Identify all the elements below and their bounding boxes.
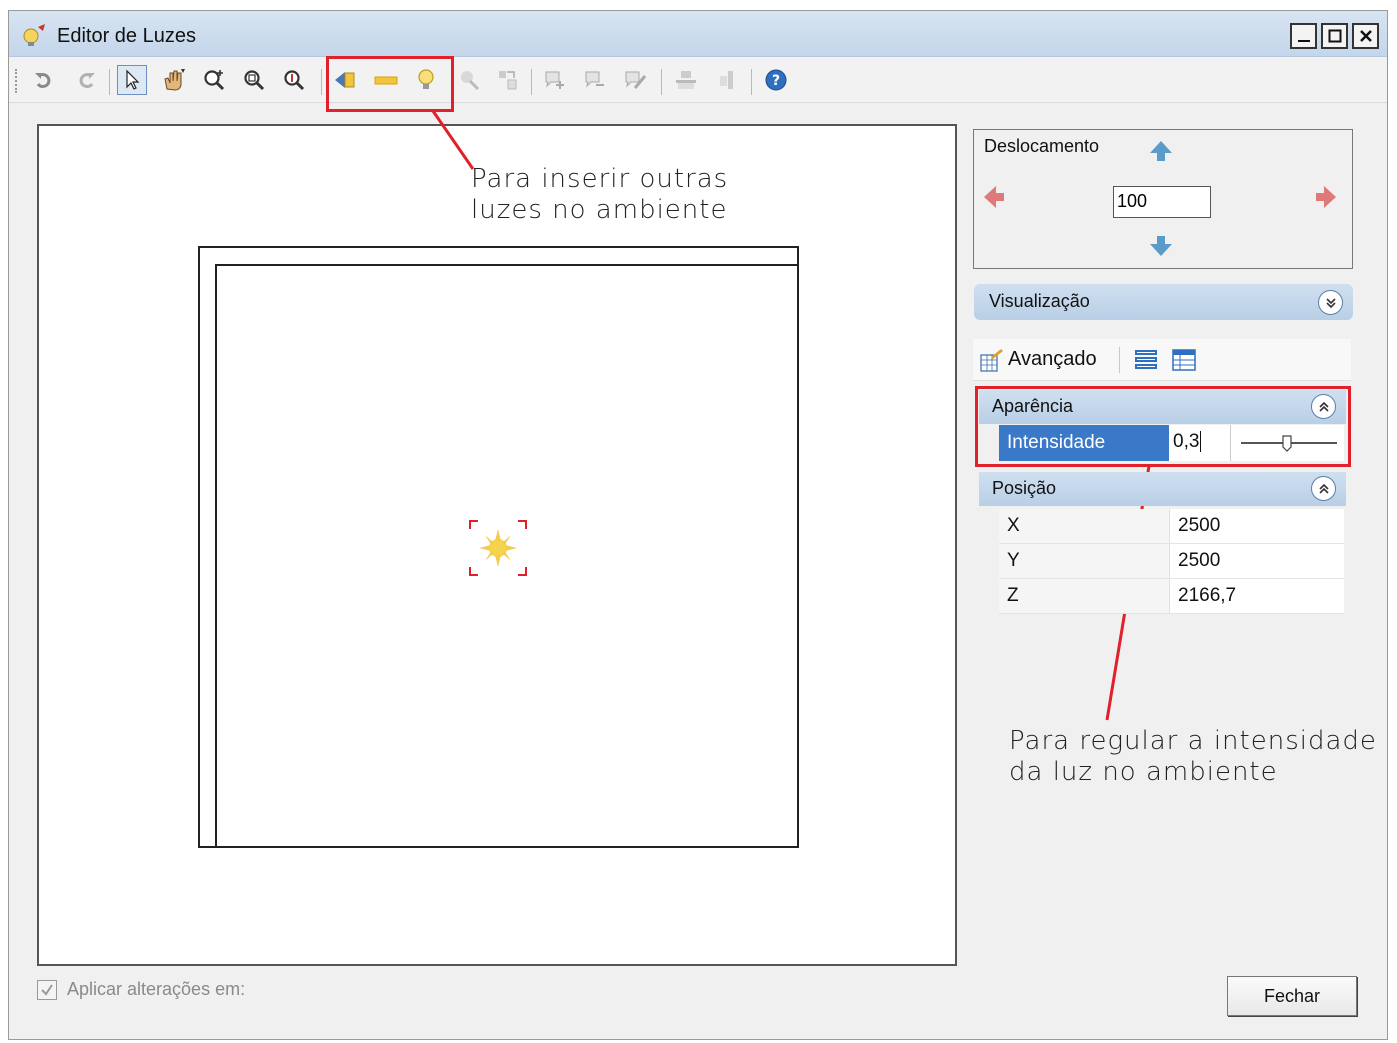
intensity-row: Intensidade 0,3 [999,425,1344,461]
visualization-section-header[interactable]: Visualização [974,284,1353,320]
chevron-double-up-icon [1318,483,1329,494]
annotation-adjust-intensity: Para regular a intensidade da luz no amb… [1009,726,1377,788]
align-side-icon [720,71,733,89]
position-label: Posição [992,478,1057,498]
maximize-icon [1328,29,1341,43]
visualization-label: Visualização [989,291,1090,311]
zoom-window-button[interactable] [239,65,269,95]
maximize-button[interactable] [1321,23,1348,49]
minimize-icon [1297,40,1310,42]
categorized-view-icon[interactable] [1133,348,1159,372]
close-dialog-button[interactable]: Fechar [1227,976,1357,1016]
position-section-header[interactable]: Posição [979,472,1346,506]
add-light-button[interactable] [541,65,571,95]
annotation-insert-lights: Para inserir outras luzes no ambiente [471,164,728,226]
title-bar: Editor de Luzes [9,11,1387,57]
annotation-top-line1: Para inserir outras [471,164,729,194]
intensity-value-input[interactable]: 0,3 [1171,425,1231,461]
remove-light-button[interactable] [581,65,611,95]
select-pointer-icon [126,69,140,90]
remove-light-icon [585,71,604,88]
erase-icon [625,71,647,89]
property-tabs: Avançado [973,339,1351,381]
displacement-panel: Deslocamento 100 [973,129,1353,269]
chevron-double-up-icon [1318,401,1329,412]
redo-button[interactable] [71,65,101,95]
tab-advanced[interactable]: Avançado [1008,348,1097,371]
pan-hand-icon [164,69,185,91]
move-left-arrow-icon[interactable] [982,184,1008,210]
position-x-label: X [1007,515,1020,536]
undo-button[interactable] [29,65,59,95]
apply-changes-row: Aplicar alterações em: [37,979,245,1000]
annotation-top-line2: luzes no ambiente [471,195,728,225]
position-row-x: X 2500 [999,509,1344,544]
drawing-canvas[interactable] [37,124,957,966]
displacement-label: Deslocamento [984,136,1100,156]
toolbar-grip[interactable] [15,69,18,93]
zoom-in-button[interactable] [199,65,229,95]
zoom-window-icon [244,70,265,91]
position-row-y: Y 2500 [999,544,1344,579]
zoom-extents-button[interactable] [279,65,309,95]
collapse-appearance-button[interactable] [1311,394,1336,419]
displacement-input[interactable]: 100 [1113,186,1211,218]
move-right-arrow-icon[interactable] [1312,184,1338,210]
align-button[interactable] [493,65,523,95]
move-down-arrow-icon[interactable] [1148,232,1174,258]
selected-light-marker[interactable] [468,519,528,577]
undo-icon [35,73,51,89]
advanced-properties-icon [980,349,1003,372]
appearance-label: Aparência [992,396,1074,416]
position-row-z: Z 2166,7 [999,579,1344,614]
window-title: Editor de Luzes [57,25,196,47]
zoom-in-icon [204,70,225,91]
help-button[interactable]: ? [761,65,791,95]
align-top-icon [676,71,696,89]
light-bulb-icon [23,24,45,46]
appearance-section-header[interactable]: Aparência [979,390,1346,424]
apply-changes-checkbox[interactable] [37,979,57,1000]
sun-light-icon [479,529,517,567]
pan-button[interactable] [159,65,189,95]
chevron-double-down-icon [1325,297,1336,308]
collapse-position-button[interactable] [1311,476,1336,501]
align-top-button[interactable] [671,65,701,95]
intensity-label: Intensidade [999,425,1169,461]
table-view-icon[interactable] [1171,348,1197,372]
add-light-icon [545,71,564,89]
light-disabled-icon [461,71,480,91]
light-editor-window: Editor de Luzes ? Para inserir outras lu… [8,10,1388,1040]
move-up-arrow-icon[interactable] [1148,139,1174,165]
position-z-input[interactable]: 2166,7 [1169,579,1344,613]
position-z-label: Z [1007,585,1019,606]
align-side-button[interactable] [711,65,741,95]
annotation-bottom-line1: Para regular a intensidade [1009,726,1377,756]
position-x-input[interactable]: 2500 [1169,509,1344,543]
intensity-slider[interactable] [1239,433,1339,453]
close-icon [1359,30,1372,42]
position-y-input[interactable]: 2500 [1169,544,1344,578]
light-tools-highlight [326,56,454,112]
annotation-bottom-line2: da luz no ambiente [1009,757,1278,787]
position-y-label: Y [1007,550,1020,571]
expand-visualization-button[interactable] [1318,290,1343,315]
toolbar: ? [9,57,1387,103]
minimize-button[interactable] [1290,23,1317,49]
select-button[interactable] [117,65,147,95]
erase-button[interactable] [621,65,651,95]
help-icon: ? [765,69,787,91]
checkmark-icon [41,983,53,996]
slider-thumb[interactable] [1282,435,1292,452]
apply-changes-label: Aplicar alterações em: [67,979,246,999]
close-button[interactable] [1352,23,1379,49]
svg-text:?: ? [772,73,780,89]
redo-icon [79,73,95,89]
align-icon [499,71,517,90]
light-disabled-button[interactable] [455,65,485,95]
zoom-extents-icon [284,70,305,91]
